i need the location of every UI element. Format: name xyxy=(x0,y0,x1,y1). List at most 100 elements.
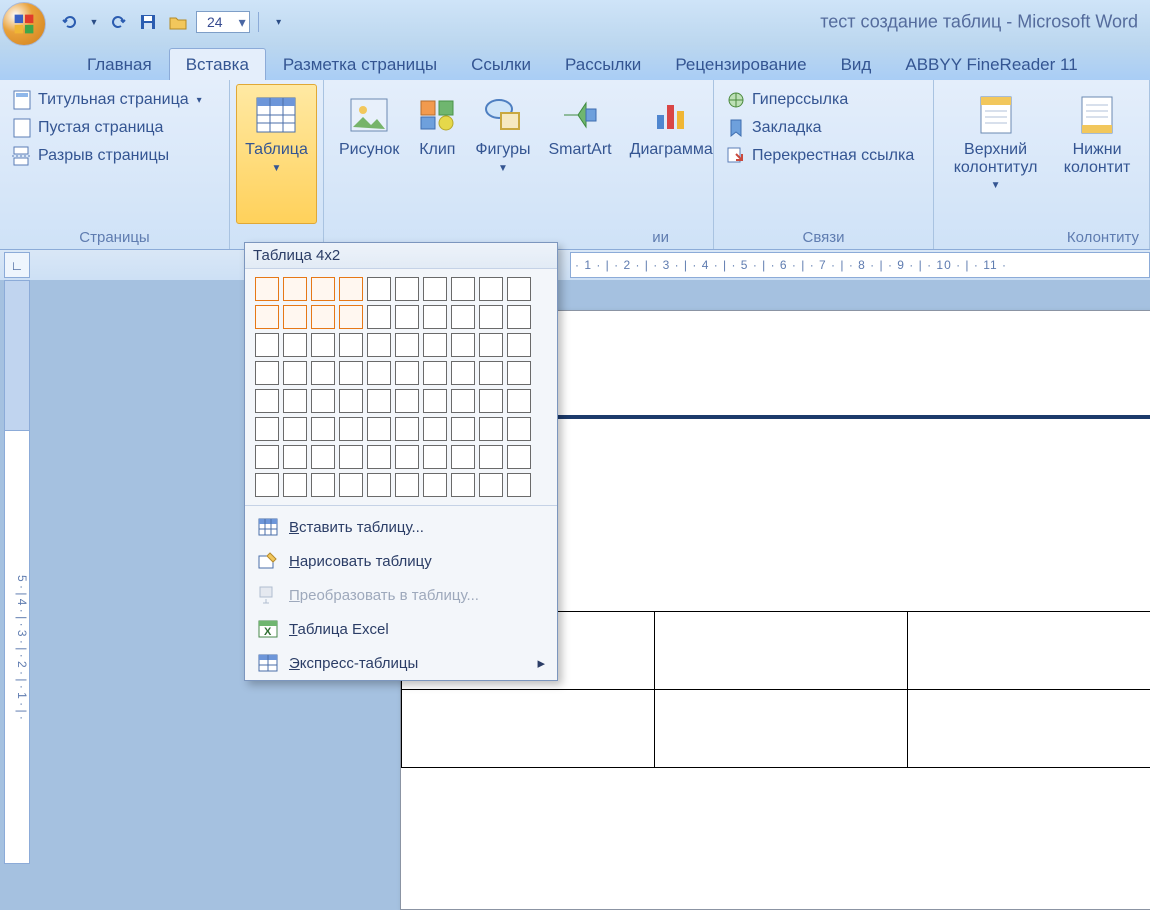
blank-page-button[interactable]: Пустая страница xyxy=(6,116,208,140)
grid-cell[interactable] xyxy=(479,389,503,413)
grid-cell[interactable] xyxy=(507,389,531,413)
grid-cell[interactable] xyxy=(507,361,531,385)
insert-table-item[interactable]: Вставить таблицу... xyxy=(245,510,557,544)
grid-cell[interactable] xyxy=(423,277,447,301)
fontsize-dropdown-icon[interactable]: ▾ xyxy=(231,14,247,31)
bookmark-button[interactable]: Закладка xyxy=(720,116,920,140)
tab-home[interactable]: Главная xyxy=(70,48,169,80)
grid-cell[interactable] xyxy=(311,473,335,497)
grid-cell[interactable] xyxy=(255,473,279,497)
tab-mailings[interactable]: Рассылки xyxy=(548,48,658,80)
grid-cell[interactable] xyxy=(367,277,391,301)
grid-cell[interactable] xyxy=(367,333,391,357)
tab-abbyy[interactable]: ABBYY FineReader 11 xyxy=(888,48,1094,80)
grid-cell[interactable] xyxy=(339,417,363,441)
grid-cell[interactable] xyxy=(255,361,279,385)
redo-button[interactable] xyxy=(106,10,130,34)
open-button[interactable] xyxy=(166,10,190,34)
grid-cell[interactable] xyxy=(339,277,363,301)
grid-cell[interactable] xyxy=(479,277,503,301)
grid-cell[interactable] xyxy=(339,473,363,497)
grid-cell[interactable] xyxy=(423,361,447,385)
grid-cell[interactable] xyxy=(339,361,363,385)
grid-cell[interactable] xyxy=(339,305,363,329)
excel-table-item[interactable]: X Таблица Excel xyxy=(245,612,557,646)
grid-cell[interactable] xyxy=(283,333,307,357)
grid-cell[interactable] xyxy=(479,473,503,497)
grid-cell[interactable] xyxy=(311,333,335,357)
grid-cell[interactable] xyxy=(395,333,419,357)
chart-button[interactable]: Диаграмма xyxy=(621,84,722,224)
grid-cell[interactable] xyxy=(367,473,391,497)
quick-tables-item[interactable]: Экспресс-таблицы ▸ xyxy=(245,646,557,680)
tab-insert[interactable]: Вставка xyxy=(169,48,266,80)
clipart-button[interactable]: Клип xyxy=(408,84,466,224)
grid-cell[interactable] xyxy=(451,417,475,441)
tab-references[interactable]: Ссылки xyxy=(454,48,548,80)
smartart-button[interactable]: SmartArt xyxy=(540,84,621,224)
grid-cell[interactable] xyxy=(255,277,279,301)
grid-cell[interactable] xyxy=(507,473,531,497)
grid-cell[interactable] xyxy=(395,389,419,413)
grid-cell[interactable] xyxy=(311,305,335,329)
grid-cell[interactable] xyxy=(395,473,419,497)
tab-pagelayout[interactable]: Разметка страницы xyxy=(266,48,454,80)
grid-cell[interactable] xyxy=(395,305,419,329)
grid-cell[interactable] xyxy=(339,445,363,469)
grid-cell[interactable] xyxy=(423,333,447,357)
grid-cell[interactable] xyxy=(311,277,335,301)
grid-cell[interactable] xyxy=(367,445,391,469)
grid-cell[interactable] xyxy=(423,417,447,441)
grid-cell[interactable] xyxy=(423,389,447,413)
grid-cell[interactable] xyxy=(507,277,531,301)
picture-button[interactable]: Рисунок xyxy=(330,84,408,224)
grid-cell[interactable] xyxy=(507,333,531,357)
grid-cell[interactable] xyxy=(367,389,391,413)
grid-cell[interactable] xyxy=(311,389,335,413)
grid-cell[interactable] xyxy=(367,305,391,329)
grid-cell[interactable] xyxy=(367,361,391,385)
grid-cell[interactable] xyxy=(283,305,307,329)
grid-cell[interactable] xyxy=(395,277,419,301)
grid-cell[interactable] xyxy=(395,445,419,469)
tab-selector[interactable]: ∟ xyxy=(4,252,30,278)
grid-cell[interactable] xyxy=(255,445,279,469)
save-button[interactable] xyxy=(136,10,160,34)
grid-cell[interactable] xyxy=(395,417,419,441)
grid-cell[interactable] xyxy=(283,277,307,301)
grid-cell[interactable] xyxy=(451,333,475,357)
undo-button[interactable] xyxy=(58,10,82,34)
grid-cell[interactable] xyxy=(479,333,503,357)
grid-cell[interactable] xyxy=(451,305,475,329)
grid-cell[interactable] xyxy=(479,445,503,469)
crossref-button[interactable]: Перекрестная ссылка xyxy=(720,144,920,168)
grid-cell[interactable] xyxy=(423,305,447,329)
fontsize-combo[interactable]: 24 ▾ xyxy=(196,11,250,33)
office-button[interactable] xyxy=(2,2,46,46)
grid-cell[interactable] xyxy=(255,417,279,441)
grid-cell[interactable] xyxy=(311,445,335,469)
grid-cell[interactable] xyxy=(255,333,279,357)
hyperlink-button[interactable]: Гиперссылка xyxy=(720,88,920,112)
qat-customize-button[interactable]: ▾ xyxy=(267,10,291,34)
tab-view[interactable]: Вид xyxy=(824,48,889,80)
grid-cell[interactable] xyxy=(423,445,447,469)
grid-cell[interactable] xyxy=(395,361,419,385)
grid-cell[interactable] xyxy=(283,417,307,441)
grid-cell[interactable] xyxy=(255,305,279,329)
vertical-ruler[interactable]: 5 · | 4 · | · 3 · | · 2 · | · 1 · | · xyxy=(4,430,30,864)
grid-cell[interactable] xyxy=(451,389,475,413)
grid-cell[interactable] xyxy=(283,473,307,497)
horizontal-ruler[interactable]: · 1 · | · 2 · | · 3 · | · 4 · | · 5 · | … xyxy=(570,252,1150,278)
shapes-button[interactable]: Фигуры ▼ xyxy=(466,84,539,224)
undo-dropdown[interactable]: ▼ xyxy=(88,10,100,34)
grid-cell[interactable] xyxy=(479,417,503,441)
grid-cell[interactable] xyxy=(339,333,363,357)
cover-page-button[interactable]: Титульная страница ▾ xyxy=(6,88,208,112)
table-button[interactable]: Таблица ▼ xyxy=(236,84,317,224)
grid-cell[interactable] xyxy=(451,473,475,497)
tab-review[interactable]: Рецензирование xyxy=(658,48,823,80)
grid-cell[interactable] xyxy=(507,305,531,329)
draw-table-item[interactable]: Нарисовать таблицу xyxy=(245,544,557,578)
grid-cell[interactable] xyxy=(451,361,475,385)
